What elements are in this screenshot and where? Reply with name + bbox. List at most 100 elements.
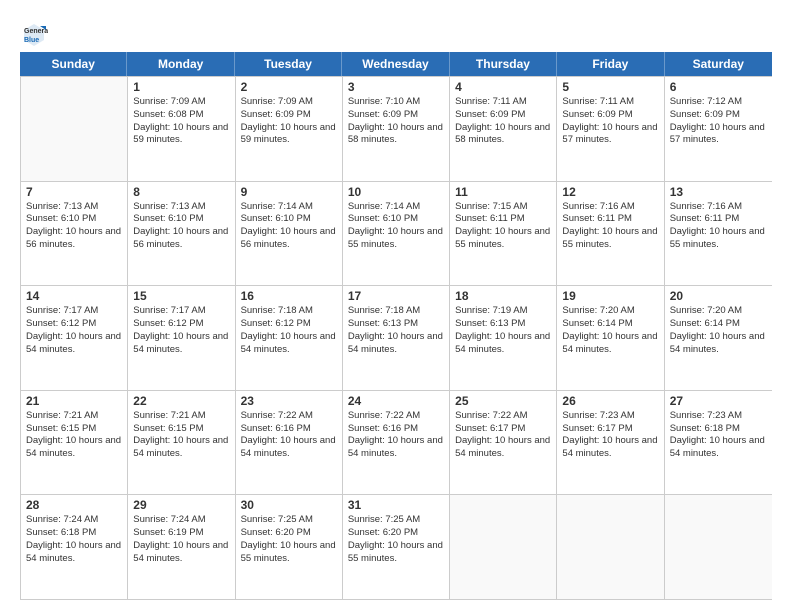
cell-info: Sunrise: 7:22 AMSunset: 6:17 PMDaylight:… — [455, 410, 551, 461]
cell-info: Sunrise: 7:23 AMSunset: 6:18 PMDaylight:… — [670, 410, 767, 461]
day-number: 8 — [133, 185, 229, 199]
calendar-week-3: 14 Sunrise: 7:17 AMSunset: 6:12 PMDayligh… — [21, 285, 772, 390]
logo-icon: General Blue — [20, 20, 48, 48]
calendar-cell: 2 Sunrise: 7:09 AMSunset: 6:09 PMDaylight… — [236, 77, 343, 181]
header-day-tuesday: Tuesday — [235, 52, 342, 76]
cell-info: Sunrise: 7:24 AMSunset: 6:18 PMDaylight:… — [26, 514, 122, 565]
calendar-cell — [21, 77, 128, 181]
cell-info: Sunrise: 7:13 AMSunset: 6:10 PMDaylight:… — [133, 201, 229, 252]
calendar-header: SundayMondayTuesdayWednesdayThursdayFrid… — [20, 52, 772, 76]
day-number: 15 — [133, 289, 229, 303]
calendar-body: 1 Sunrise: 7:09 AMSunset: 6:08 PMDaylight… — [20, 76, 772, 600]
day-number: 22 — [133, 394, 229, 408]
day-number: 19 — [562, 289, 658, 303]
calendar-cell: 31 Sunrise: 7:25 AMSunset: 6:20 PMDayligh… — [343, 495, 450, 599]
calendar-cell: 1 Sunrise: 7:09 AMSunset: 6:08 PMDaylight… — [128, 77, 235, 181]
header-day-friday: Friday — [557, 52, 664, 76]
calendar-cell: 19Sunrise: 7:20 AMSunset: 6:14 PMDayligh… — [557, 286, 664, 390]
day-number: 25 — [455, 394, 551, 408]
header-day-thursday: Thursday — [450, 52, 557, 76]
cell-info: Sunrise: 7:24 AMSunset: 6:19 PMDaylight:… — [133, 514, 229, 565]
cell-info: Sunrise: 7:19 AMSunset: 6:13 PMDaylight:… — [455, 305, 551, 356]
day-number: 2 — [241, 80, 337, 94]
cell-info: Sunrise: 7:17 AMSunset: 6:12 PMDaylight:… — [133, 305, 229, 356]
svg-text:Blue: Blue — [24, 37, 39, 44]
day-number: 31 — [348, 498, 444, 512]
cell-info: Sunrise: 7:22 AMSunset: 6:16 PMDaylight:… — [241, 410, 337, 461]
calendar-cell: 26 Sunrise: 7:23 AMSunset: 6:17 PMDayligh… — [557, 391, 664, 495]
day-number: 27 — [670, 394, 767, 408]
calendar-week-5: 28 Sunrise: 7:24 AMSunset: 6:18 PMDayligh… — [21, 494, 772, 599]
day-number: 14 — [26, 289, 122, 303]
calendar: SundayMondayTuesdayWednesdayThursdayFrid… — [20, 52, 772, 600]
calendar-cell: 28 Sunrise: 7:24 AMSunset: 6:18 PMDayligh… — [21, 495, 128, 599]
calendar-week-2: 7 Sunrise: 7:13 AMSunset: 6:10 PMDaylight… — [21, 181, 772, 286]
calendar-cell — [557, 495, 664, 599]
cell-info: Sunrise: 7:13 AMSunset: 6:10 PMDaylight:… — [26, 201, 122, 252]
header-day-wednesday: Wednesday — [342, 52, 449, 76]
cell-info: Sunrise: 7:18 AMSunset: 6:13 PMDaylight:… — [348, 305, 444, 356]
cell-info: Sunrise: 7:21 AMSunset: 6:15 PMDaylight:… — [133, 410, 229, 461]
svg-text:General: General — [24, 28, 48, 35]
calendar-cell: 25 Sunrise: 7:22 AMSunset: 6:17 PMDayligh… — [450, 391, 557, 495]
calendar-cell: 6 Sunrise: 7:12 AMSunset: 6:09 PMDaylight… — [665, 77, 772, 181]
logo: General Blue — [20, 20, 52, 48]
cell-info: Sunrise: 7:11 AMSunset: 6:09 PMDaylight:… — [455, 96, 551, 147]
calendar-cell: 8 Sunrise: 7:13 AMSunset: 6:10 PMDaylight… — [128, 182, 235, 286]
calendar-cell: 15 Sunrise: 7:17 AMSunset: 6:12 PMDayligh… — [128, 286, 235, 390]
calendar-cell: 20 Sunrise: 7:20 AMSunset: 6:14 PMDayligh… — [665, 286, 772, 390]
calendar-cell: 21Sunrise: 7:21 AMSunset: 6:15 PMDayligh… — [21, 391, 128, 495]
day-number: 26 — [562, 394, 658, 408]
calendar-cell: 29 Sunrise: 7:24 AMSunset: 6:19 PMDayligh… — [128, 495, 235, 599]
day-number: 13 — [670, 185, 767, 199]
cell-info: Sunrise: 7:25 AMSunset: 6:20 PMDaylight:… — [241, 514, 337, 565]
calendar-cell: 30 Sunrise: 7:25 AMSunset: 6:20 PMDayligh… — [236, 495, 343, 599]
calendar-cell: 3 Sunrise: 7:10 AMSunset: 6:09 PMDaylight… — [343, 77, 450, 181]
calendar-cell: 5Sunrise: 7:11 AMSunset: 6:09 PMDaylight… — [557, 77, 664, 181]
day-number: 24 — [348, 394, 444, 408]
calendar-week-4: 21 Sunrise: 7:21 AMSunset: 6:15 PMDayligh… — [21, 390, 772, 495]
cell-info: Sunrise: 7:17 AMSunset: 6:12 PMDaylight:… — [26, 305, 122, 356]
calendar-cell: 27 Sunrise: 7:23 AMSunset: 6:18 PMDayligh… — [665, 391, 772, 495]
calendar-cell: 11 Sunrise: 7:15 AMSunset: 6:11 PMDayligh… — [450, 182, 557, 286]
calendar-cell: 23 Sunrise: 7:22 AMSunset: 6:16 PMDayligh… — [236, 391, 343, 495]
page: General Blue SundayMondayTuesdayWednesda… — [0, 0, 792, 612]
day-number: 17 — [348, 289, 444, 303]
day-number: 4 — [455, 80, 551, 94]
cell-info: Sunrise: 7:20 AMSunset: 6:14 PMDaylight:… — [670, 305, 767, 356]
day-number: 20 — [670, 289, 767, 303]
day-number: 29 — [133, 498, 229, 512]
header: General Blue — [20, 16, 772, 48]
day-number: 21 — [26, 394, 122, 408]
calendar-cell: 18 Sunrise: 7:19 AMSunset: 6:13 PMDayligh… — [450, 286, 557, 390]
day-number: 10 — [348, 185, 444, 199]
day-number: 23 — [241, 394, 337, 408]
cell-info: Sunrise: 7:09 AMSunset: 6:09 PMDaylight:… — [241, 96, 337, 147]
day-number: 16 — [241, 289, 337, 303]
cell-info: Sunrise: 7:14 AMSunset: 6:10 PMDaylight:… — [348, 201, 444, 252]
cell-info: Sunrise: 7:09 AMSunset: 6:08 PMDaylight:… — [133, 96, 229, 147]
day-number: 6 — [670, 80, 767, 94]
cell-info: Sunrise: 7:12 AMSunset: 6:09 PMDaylight:… — [670, 96, 767, 147]
header-day-monday: Monday — [127, 52, 234, 76]
cell-info: Sunrise: 7:25 AMSunset: 6:20 PMDaylight:… — [348, 514, 444, 565]
day-number: 9 — [241, 185, 337, 199]
calendar-cell — [450, 495, 557, 599]
day-number: 11 — [455, 185, 551, 199]
cell-info: Sunrise: 7:23 AMSunset: 6:17 PMDaylight:… — [562, 410, 658, 461]
cell-info: Sunrise: 7:14 AMSunset: 6:10 PMDaylight:… — [241, 201, 337, 252]
day-number: 3 — [348, 80, 444, 94]
cell-info: Sunrise: 7:22 AMSunset: 6:16 PMDaylight:… — [348, 410, 444, 461]
day-number: 18 — [455, 289, 551, 303]
cell-info: Sunrise: 7:15 AMSunset: 6:11 PMDaylight:… — [455, 201, 551, 252]
cell-info: Sunrise: 7:10 AMSunset: 6:09 PMDaylight:… — [348, 96, 444, 147]
day-number: 7 — [26, 185, 122, 199]
calendar-cell: 17 Sunrise: 7:18 AMSunset: 6:13 PMDayligh… — [343, 286, 450, 390]
calendar-cell: 12Sunrise: 7:16 AMSunset: 6:11 PMDayligh… — [557, 182, 664, 286]
day-number: 28 — [26, 498, 122, 512]
calendar-cell: 14 Sunrise: 7:17 AMSunset: 6:12 PMDayligh… — [21, 286, 128, 390]
day-number: 1 — [133, 80, 229, 94]
calendar-cell: 7 Sunrise: 7:13 AMSunset: 6:10 PMDaylight… — [21, 182, 128, 286]
day-number: 30 — [241, 498, 337, 512]
cell-info: Sunrise: 7:16 AMSunset: 6:11 PMDaylight:… — [562, 201, 658, 252]
